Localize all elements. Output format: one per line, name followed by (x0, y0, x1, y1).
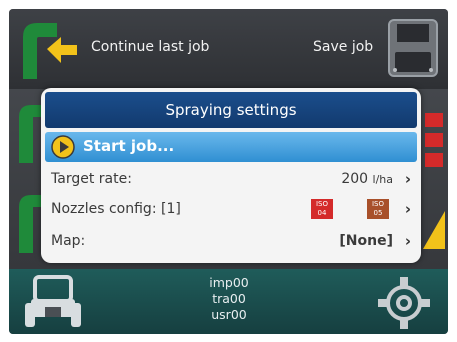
nozzles-config-row[interactable]: Nozzles config: [1] ISO 04 ISO 05 › (51, 198, 413, 222)
user-id: usr00 (211, 307, 247, 322)
profile-info: imp00 tra00 usr00 (159, 275, 299, 323)
chevron-right-icon: › (404, 170, 411, 188)
top-bar: Continue last job Save job (9, 9, 448, 89)
implement-id: imp00 (209, 275, 249, 290)
continue-last-job-label[interactable]: Continue last job (91, 39, 209, 55)
iso-05-line1: ISO (371, 200, 385, 208)
dialog-title: Spraying settings (45, 92, 417, 128)
status-bar: imp00 tra00 usr00 (9, 269, 448, 334)
target-rate-unit: l/ha (372, 173, 393, 186)
spraying-settings-dialog: Spraying settings Start job... Target ra… (41, 88, 421, 263)
save-job-label[interactable]: Save job (313, 39, 373, 55)
play-icon (51, 135, 75, 159)
warning-triangle-icon (423, 211, 445, 249)
map-value: [None] (339, 233, 393, 249)
chevron-right-icon: › (404, 232, 411, 250)
map-label: Map: (51, 233, 86, 249)
tractor-id: tra00 (212, 291, 246, 306)
iso-04-line1: ISO (315, 200, 329, 208)
target-rate-value: 200 (341, 171, 369, 187)
map-row[interactable]: Map: [None] › (51, 230, 413, 254)
target-rate-label: Target rate: (51, 171, 132, 187)
nozzles-config-label: Nozzles config: [1] (51, 201, 181, 217)
target-rate-value-group: 200 l/ha (341, 171, 393, 187)
iso-04-line2: 04 (317, 209, 327, 217)
save-disk-icon[interactable] (387, 18, 439, 78)
continue-arrow-icon[interactable] (17, 17, 83, 83)
chevron-right-icon: › (404, 200, 411, 218)
target-rate-row[interactable]: Target rate: 200 l/ha › (51, 168, 413, 192)
iso-04-badge: ISO 04 (311, 199, 333, 219)
start-job-label: Start job... (83, 137, 175, 155)
tractor-icon[interactable] (23, 275, 83, 331)
iso-05-line2: 05 (373, 209, 383, 217)
right-red-indicator (425, 113, 443, 167)
gear-icon[interactable] (375, 275, 433, 331)
iso-05-badge: ISO 05 (367, 199, 389, 219)
start-job-button[interactable]: Start job... (45, 132, 417, 162)
